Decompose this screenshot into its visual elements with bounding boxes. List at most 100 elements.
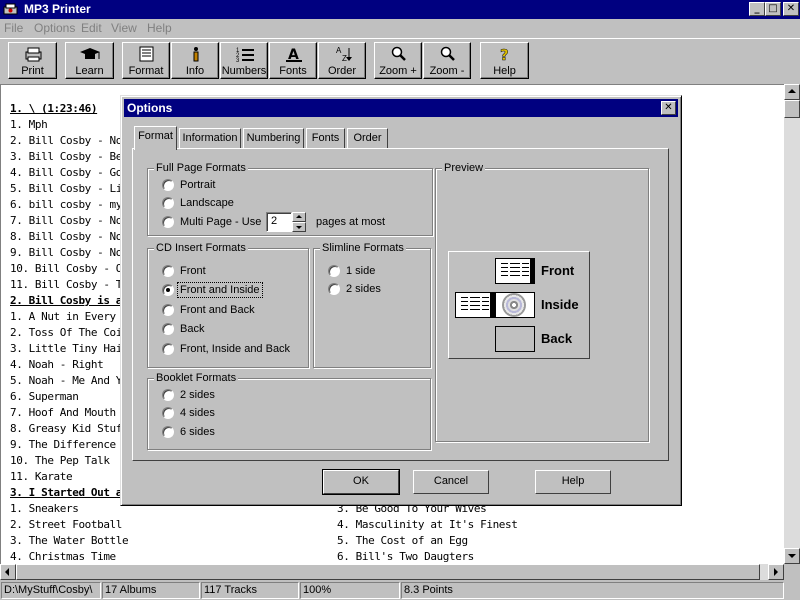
tab-format[interactable]: Format [134, 126, 177, 150]
help-toolbar-label: Help [493, 65, 516, 77]
status-zoom: 100% [300, 582, 400, 599]
booklet-4-sides-radio[interactable] [162, 407, 174, 419]
svg-text:3: 3 [236, 58, 240, 62]
vertical-scroll-thumb[interactable] [784, 100, 800, 118]
portrait-radio[interactable] [162, 179, 174, 191]
pages-spin-down-button[interactable] [292, 222, 306, 232]
order-button[interactable]: AZ Order [318, 42, 366, 79]
minimize-button[interactable]: _ [749, 2, 765, 16]
track-item: 5. The Cost of an Egg [337, 534, 468, 547]
zoom-in-button[interactable]: Zoom + [374, 42, 422, 79]
vertical-scrollbar[interactable] [784, 84, 800, 564]
front-and-inside-radio[interactable] [162, 284, 174, 296]
options-dialog: Options ✕ Format Information Numbering F… [120, 95, 682, 506]
fonts-label: Fonts [279, 65, 307, 77]
back-radio[interactable] [162, 323, 174, 335]
preview-label: Preview [442, 161, 486, 175]
print-button[interactable]: Print [8, 42, 57, 79]
status-bar: D:\MyStuff\Cosby\ 17 Albums 117 Tracks 1… [0, 581, 800, 600]
cancel-button[interactable]: Cancel [413, 470, 489, 494]
info-button[interactable]: Info [171, 42, 219, 79]
track-item: 9. The Difference Be [10, 438, 135, 451]
front-radio[interactable] [162, 265, 174, 277]
format-button[interactable]: Format [122, 42, 170, 79]
document-icon [139, 46, 154, 62]
track-item: 4. Masculinity at It's Finest [337, 518, 518, 531]
dialog-close-button[interactable]: ✕ [661, 101, 676, 115]
landscape-radio[interactable] [162, 197, 174, 209]
scroll-left-button[interactable] [0, 564, 16, 580]
slimline-2-sides-radio[interactable] [328, 283, 340, 295]
learn-label: Learn [75, 65, 104, 77]
track-item: 2. Toss Of The Coin [10, 326, 129, 339]
help-toolbar-button[interactable]: ? Help [480, 42, 529, 79]
slimline-2-sides-text: 2 sides [346, 283, 381, 295]
track-item: 5. Noah - Me And Yo [10, 374, 129, 387]
horizontal-scroll-thumb[interactable] [16, 564, 760, 580]
menu-help[interactable]: Help [147, 21, 172, 35]
front-inside-back-radio[interactable] [162, 343, 174, 355]
order-label: Order [327, 65, 357, 77]
ok-button[interactable]: OK [322, 469, 400, 495]
full-page-formats-group: Full Page Formats Portrait Landscape Mul… [147, 161, 433, 236]
app-icon[interactable] [3, 2, 18, 17]
booklet-2-sides-radio[interactable] [162, 389, 174, 401]
track-item: 7. Hoof And Mouth [10, 406, 116, 419]
toolbar: Print Learn Format Info 123 Numbers A Fo… [0, 38, 800, 82]
close-button[interactable]: ✕ [783, 2, 799, 16]
dialog-title-bar: Options ✕ [124, 99, 678, 117]
status-albums: 17 Albums [102, 582, 200, 599]
track-item: 1. Mph [10, 118, 48, 131]
track-item: 2. Street Football [10, 518, 123, 531]
tab-numbering[interactable]: Numbering [243, 128, 304, 149]
tab-information[interactable]: Information [179, 128, 241, 149]
menu-edit[interactable]: Edit [81, 21, 102, 35]
booklet-6-sides-radio[interactable] [162, 426, 174, 438]
track-item: 4. Christmas Time [10, 550, 116, 563]
tab-fonts[interactable]: Fonts [306, 128, 345, 149]
dialog-title: Options [127, 101, 173, 115]
back-text: Back [180, 323, 205, 335]
spin-up-icon [296, 215, 302, 218]
multi-page-radio[interactable] [162, 216, 174, 228]
preview-front-label: Front [541, 263, 575, 278]
help-button[interactable]: Help [535, 470, 611, 494]
fonts-button[interactable]: A Fonts [269, 42, 317, 79]
numbers-button[interactable]: 123 Numbers [220, 42, 268, 79]
spin-down-icon [296, 226, 302, 229]
status-path: D:\MyStuff\Cosby\ [1, 582, 101, 599]
horizontal-scrollbar[interactable] [0, 564, 784, 580]
pages-spin-up-button[interactable] [292, 212, 306, 222]
booklet-2-sides-text: 2 sides [180, 389, 215, 401]
track-item: 6. Bill's Two Daugters [337, 550, 474, 563]
slimline-1-side-radio[interactable] [328, 265, 340, 277]
pages-spin-input[interactable]: 2 [266, 212, 292, 232]
app-title-bar: MP3 Printer _ □ ✕ [0, 0, 800, 19]
scroll-down-button[interactable] [784, 548, 800, 564]
cd-insert-formats-group: CD Insert Formats Front Front and Inside… [147, 241, 309, 368]
info-icon [193, 47, 199, 62]
preview-inside-label: Inside [541, 297, 579, 312]
printer-icon [25, 47, 42, 62]
scroll-right-button[interactable] [768, 564, 784, 580]
track-item: 3. The Water Bottle [10, 534, 129, 547]
size-grip[interactable] [784, 564, 800, 580]
zoom-out-button[interactable]: Zoom - [423, 42, 471, 79]
front-booklet-icon [495, 258, 535, 284]
menu-file[interactable]: File [4, 21, 23, 35]
learn-button[interactable]: Learn [65, 42, 114, 79]
back-booklet-icon [495, 326, 535, 352]
magnifier-minus-icon [440, 46, 455, 61]
menu-options[interactable]: Options [34, 21, 75, 35]
scroll-up-button[interactable] [784, 84, 800, 100]
maximize-button[interactable]: □ [765, 2, 781, 16]
track-item: 11. Karate [10, 470, 73, 483]
info-label: Info [185, 65, 205, 77]
front-and-back-radio[interactable] [162, 304, 174, 316]
album-heading: 1. \ (1:23:46) [10, 102, 98, 115]
menu-view[interactable]: View [111, 21, 137, 35]
zoom-in-label: Zoom + [379, 65, 417, 77]
sort-az-icon: AZ [336, 46, 352, 62]
cd-disc-icon [495, 292, 535, 318]
tab-order[interactable]: Order [347, 128, 388, 149]
